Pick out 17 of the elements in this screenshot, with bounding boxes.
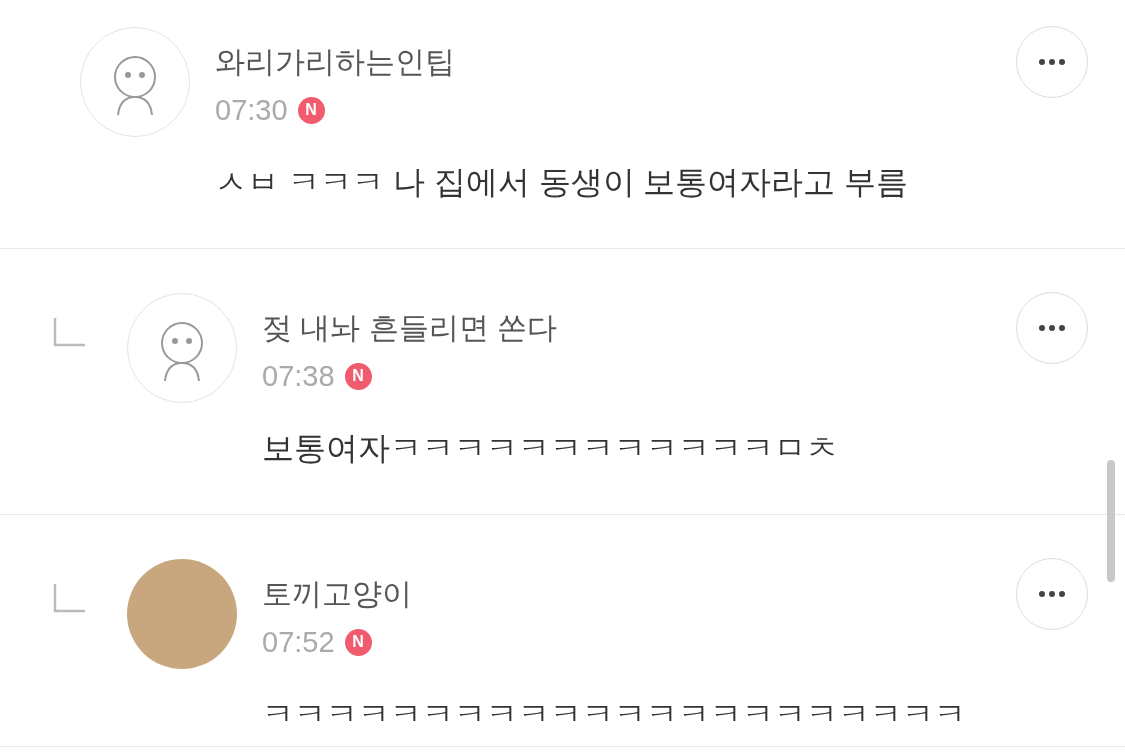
author-name: 젖 내놔 흔들리면 쏜다	[262, 310, 557, 346]
comment-text: ㅋㅋㅋㅋㅋㅋㅋㅋㅋㅋㅋㅋㅋㅋㅋㅋㅋㅋㅋㅋㅋㅋ	[262, 695, 966, 734]
comment-time: 07:38	[262, 359, 335, 394]
new-badge: N	[344, 628, 372, 656]
reply-corner-icon	[52, 582, 86, 614]
comment-text: ㅅㅂ ㅋㅋㅋ 나 집에서 동생이 보통여자라고 부름	[215, 163, 909, 202]
author-name: 토끼고양이	[262, 576, 412, 612]
reply-corner-icon	[52, 316, 86, 348]
author-name: 와리가리하는인팁	[215, 44, 455, 80]
comment-time: 07:52	[262, 625, 335, 660]
more-icon	[1039, 325, 1065, 331]
more-icon	[1039, 59, 1065, 65]
comment-time: 07:30	[215, 93, 288, 128]
more-icon	[1039, 591, 1065, 597]
new-badge: N	[297, 96, 325, 124]
new-badge: N	[344, 362, 372, 390]
comment-text: 보통여자ㅋㅋㅋㅋㅋㅋㅋㅋㅋㅋㅋㅋㅁㅊ	[262, 429, 838, 468]
